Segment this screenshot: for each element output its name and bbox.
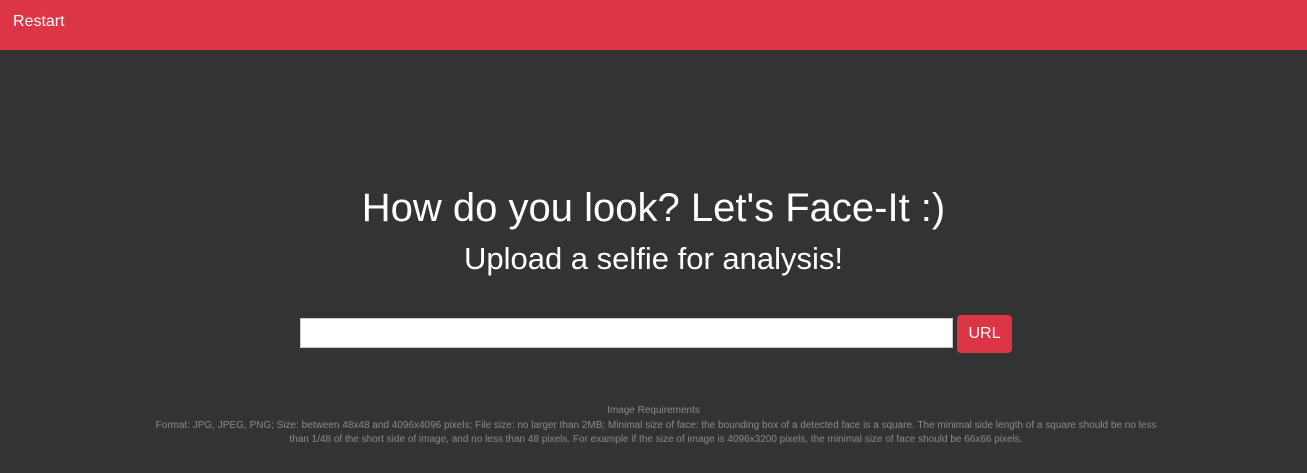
image-url-input[interactable] [300,318,953,348]
url-submit-button[interactable]: URL [957,315,1012,353]
top-navbar: Restart [0,0,1307,50]
requirements-title: Image Requirements [607,405,700,416]
page-title: How do you look? Let's Face-It :) [361,186,946,230]
restart-link[interactable]: Restart [13,12,65,32]
page-subtitle: Upload a selfie for analysis! [463,241,844,276]
requirements-text: Format: JPG, JPEG, PNG; Size: between 48… [155,420,1157,445]
